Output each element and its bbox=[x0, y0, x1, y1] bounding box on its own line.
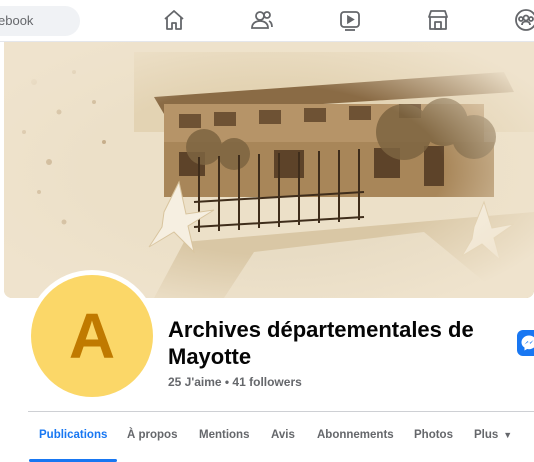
page-stats[interactable]: 25 J'aime • 41 followers bbox=[168, 375, 302, 389]
groups-icon[interactable] bbox=[514, 8, 534, 32]
tab-publications[interactable]: Publications bbox=[28, 412, 118, 462]
tab-photos[interactable]: Photos bbox=[414, 412, 453, 458]
messenger-icon bbox=[521, 335, 534, 351]
tab-subscriptions[interactable]: Abonnements bbox=[317, 412, 394, 458]
marketplace-icon[interactable] bbox=[426, 8, 450, 32]
friends-icon[interactable] bbox=[250, 8, 274, 32]
cover-photo[interactable] bbox=[4, 42, 534, 298]
watch-icon[interactable] bbox=[338, 8, 362, 32]
top-navigation-bar: ebook bbox=[0, 0, 534, 42]
tab-more[interactable]: Plus ▼ bbox=[474, 412, 512, 458]
caret-down-icon: ▼ bbox=[503, 430, 513, 440]
page-tabs: Publications À propos Mentions Avis Abon… bbox=[28, 412, 534, 462]
avatar-letter: A bbox=[31, 275, 153, 397]
search-input[interactable]: ebook bbox=[0, 6, 80, 36]
tab-mentions[interactable]: Mentions bbox=[199, 412, 249, 458]
messenger-button[interactable] bbox=[517, 330, 534, 356]
tab-reviews[interactable]: Avis bbox=[271, 412, 295, 458]
tab-more-label: Plus bbox=[474, 429, 499, 441]
page-title: Archives départementales de Mayotte bbox=[168, 317, 474, 369]
cover-illustration bbox=[4, 42, 534, 298]
home-icon[interactable] bbox=[162, 8, 186, 32]
tab-about[interactable]: À propos bbox=[127, 412, 177, 458]
profile-avatar[interactable]: A bbox=[26, 270, 158, 402]
